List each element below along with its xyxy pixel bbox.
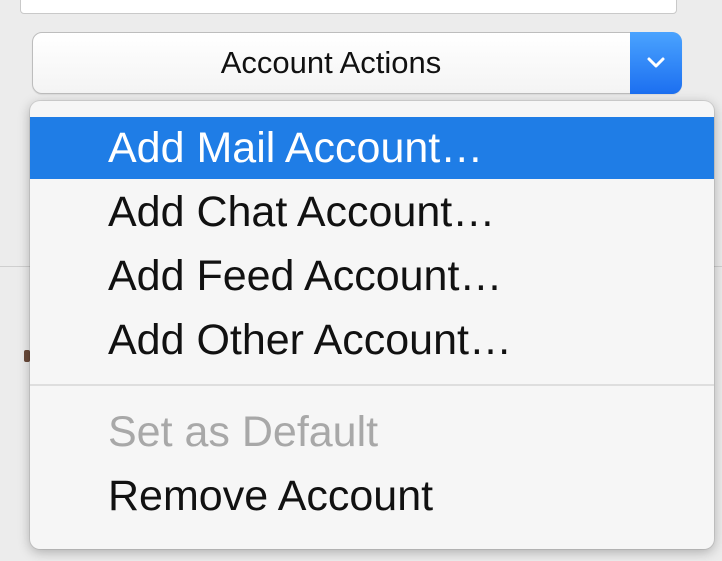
menu-item-add-feed-account[interactable]: Add Feed Account… [30, 245, 714, 307]
popup-arrow-box[interactable] [630, 32, 682, 94]
menu-item-add-chat-account[interactable]: Add Chat Account… [30, 181, 714, 243]
account-actions-popup-button[interactable]: Account Actions [32, 32, 682, 94]
chevron-down-icon [647, 57, 665, 68]
popup-button-label: Account Actions [220, 45, 442, 80]
preferences-window-fragment: Account Actions Add Mail Account… Add Ch… [0, 0, 722, 561]
menu-item-remove-account[interactable]: Remove Account [30, 465, 714, 527]
text-field[interactable] [20, 0, 677, 14]
menu-item-add-mail-account[interactable]: Add Mail Account… [30, 117, 714, 179]
menu-item-add-other-account[interactable]: Add Other Account… [30, 309, 714, 371]
menu-item-set-as-default: Set as Default [108, 408, 379, 456]
account-actions-menu: Add Mail Account… Add Chat Account… Add … [30, 101, 714, 549]
menu-separator [30, 384, 714, 386]
